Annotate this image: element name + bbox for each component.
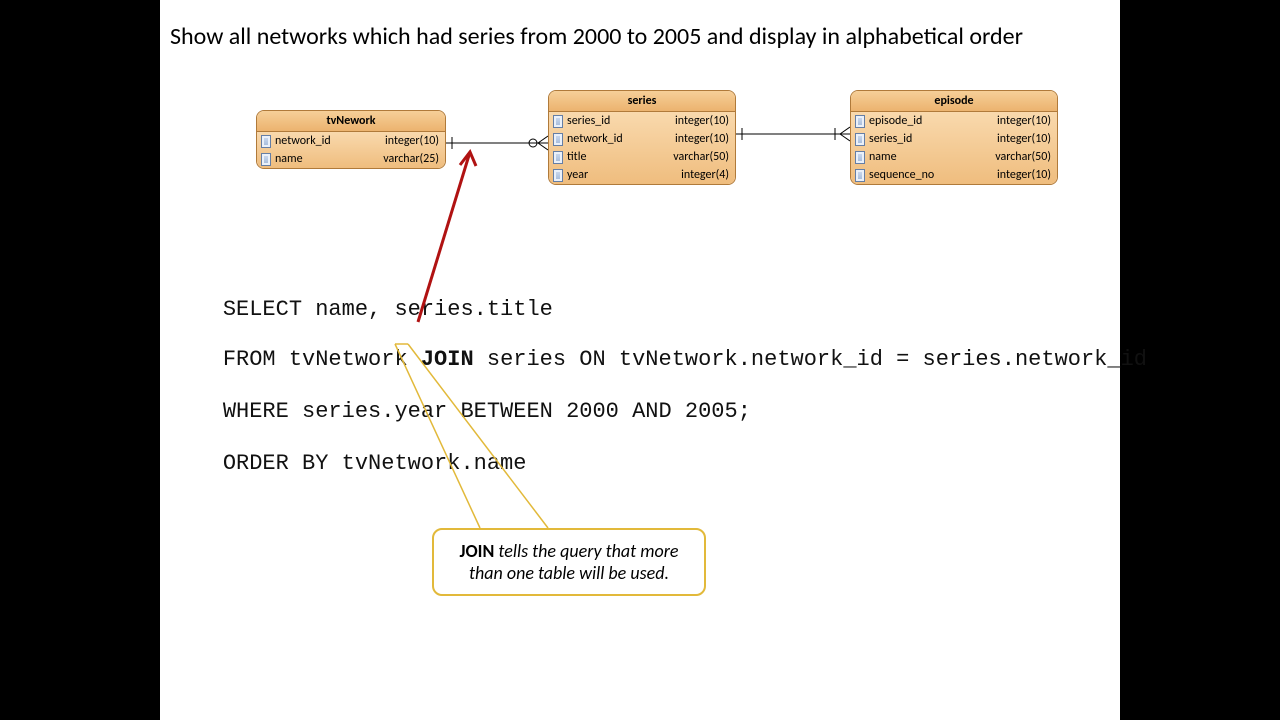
column-type: integer(10) [385,133,439,149]
sql-text: series ON tvNetwork.network_id = series.… [474,347,1147,372]
column-type: varchar(25) [383,151,439,167]
column-name: series_id [869,131,993,147]
column-icon [261,153,271,166]
table-title: episode [851,91,1057,112]
column-name: sequence_no [869,167,993,183]
table-row: episode_id integer(10) [851,112,1057,130]
column-icon [855,169,865,182]
table-row: sequence_no integer(10) [851,166,1057,184]
column-type: varchar(50) [995,149,1051,165]
sql-text: WHERE series.year BETWEEN 2000 AND 2005; [223,399,751,424]
er-table-episode: episode episode_id integer(10) series_id… [850,90,1058,185]
column-icon [553,133,563,146]
table-row: title varchar(50) [549,148,735,166]
column-icon [855,133,865,146]
prompt-text: Show all networks which had series from … [170,22,1023,51]
column-icon [553,115,563,128]
callout-join: JOIN tells the query that more than one … [432,528,706,596]
sql-text: FROM tvNetwork [223,347,421,372]
relationship-connector [736,122,850,146]
column-type: integer(4) [681,167,729,183]
table-row: name varchar(25) [257,150,445,168]
column-type: integer(10) [997,113,1051,129]
column-name: name [869,149,991,165]
column-name: name [275,151,379,167]
column-icon [855,115,865,128]
column-icon [261,135,271,148]
sql-line-orderby: ORDER BY tvNetwork.name [170,426,526,501]
table-title: tvNework [257,111,445,132]
table-row: name varchar(50) [851,148,1057,166]
sql-keyword-join: JOIN [421,347,474,372]
er-table-series: series series_id integer(10) network_id … [548,90,736,185]
table-row: series_id integer(10) [851,130,1057,148]
column-name: network_id [275,133,381,149]
column-name: title [567,149,669,165]
table-title: series [549,91,735,112]
table-row: series_id integer(10) [549,112,735,130]
column-type: integer(10) [675,131,729,147]
column-type: integer(10) [675,113,729,129]
slide-canvas: Show all networks which had series from … [160,0,1120,720]
column-type: integer(10) [997,167,1051,183]
column-type: varchar(50) [673,149,729,165]
column-name: episode_id [869,113,993,129]
table-row: network_id integer(10) [257,132,445,150]
column-name: network_id [567,131,671,147]
column-icon [553,151,563,164]
column-name: series_id [567,113,671,129]
table-row: year integer(4) [549,166,735,184]
sql-text: SELECT name, series.title [223,297,553,322]
column-icon [855,151,865,164]
column-name: year [567,167,677,183]
column-icon [553,169,563,182]
column-type: integer(10) [997,131,1051,147]
callout-keyword: JOIN [460,540,495,562]
relationship-connector [446,130,548,160]
table-row: network_id integer(10) [549,130,735,148]
er-table-tvnework: tvNework network_id integer(10) name var… [256,110,446,169]
callout-text: tells the query that more [494,540,678,562]
sql-text: ORDER BY tvNetwork.name [223,451,527,476]
callout-text: than one table will be used. [469,562,669,584]
